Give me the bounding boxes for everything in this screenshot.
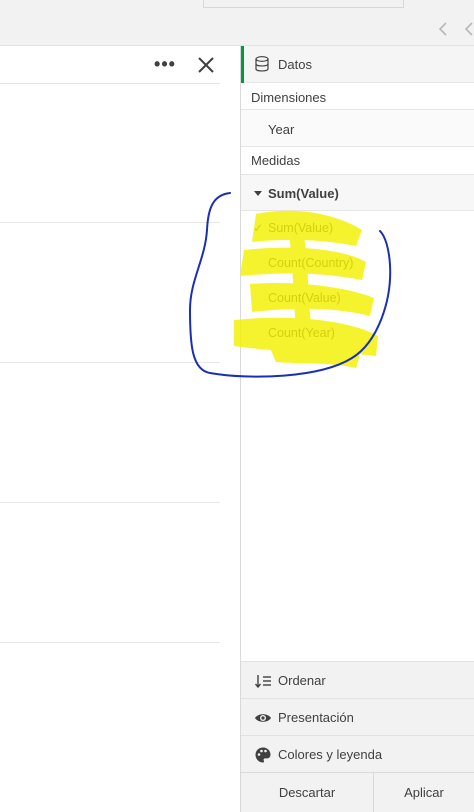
measure-item-header[interactable]: Sum(Value) bbox=[241, 174, 474, 211]
colors-legend-section[interactable]: Colores y leyenda bbox=[241, 735, 474, 772]
measure-option-count-value[interactable]: Count(Value) bbox=[268, 291, 341, 305]
presentation-label: Presentación bbox=[278, 710, 354, 725]
close-icon[interactable] bbox=[194, 53, 218, 77]
measure-selected-label: Sum(Value) bbox=[268, 186, 339, 201]
toolbar-divider bbox=[403, 0, 404, 8]
active-indicator bbox=[241, 46, 244, 83]
chart-panel: ••• bbox=[0, 46, 241, 812]
chart-header: ••• bbox=[0, 46, 220, 84]
colors-legend-label: Colores y leyenda bbox=[278, 747, 383, 762]
grid-line bbox=[0, 642, 220, 643]
properties-panel: Datos Dimensiones Year Medidas Sum(Value… bbox=[241, 46, 474, 812]
grid-line bbox=[0, 502, 220, 503]
apply-button[interactable]: Aplicar bbox=[374, 772, 474, 812]
database-icon bbox=[255, 56, 269, 72]
discard-button[interactable]: Descartar bbox=[241, 772, 374, 812]
dimension-item-year[interactable]: Year bbox=[241, 109, 474, 147]
chevron-left-icon[interactable] bbox=[436, 19, 450, 39]
measure-option-count-country[interactable]: Count(Country) bbox=[268, 256, 353, 270]
dimension-label: Year bbox=[268, 122, 295, 137]
presentation-section[interactable]: Presentación bbox=[241, 698, 474, 735]
palette-icon bbox=[255, 747, 271, 763]
measures-heading: Medidas bbox=[251, 153, 301, 168]
dimensions-heading: Dimensiones bbox=[251, 90, 327, 105]
top-toolbar bbox=[0, 0, 474, 46]
more-icon[interactable]: ••• bbox=[153, 54, 177, 76]
chevron-right-icon[interactable] bbox=[462, 19, 474, 39]
toolbar-divider bbox=[204, 7, 403, 8]
data-section-header[interactable]: Datos bbox=[241, 46, 474, 83]
caret-down-icon bbox=[254, 191, 262, 196]
data-tab-label: Datos bbox=[278, 57, 312, 72]
measure-option-sum-value[interactable]: Sum(Value) bbox=[268, 221, 333, 235]
grid-line bbox=[0, 222, 220, 223]
sort-icon bbox=[254, 675, 271, 689]
app-root: ••• Datos Dimensiones Year Medidas Sum(V… bbox=[0, 0, 474, 812]
check-icon: ✓ bbox=[253, 221, 264, 235]
grid-line bbox=[0, 362, 220, 363]
measure-option-count-year[interactable]: Count(Year) bbox=[268, 326, 335, 340]
sort-section[interactable]: Ordenar bbox=[241, 661, 474, 698]
eye-icon bbox=[255, 714, 271, 722]
sort-label: Ordenar bbox=[278, 673, 326, 688]
